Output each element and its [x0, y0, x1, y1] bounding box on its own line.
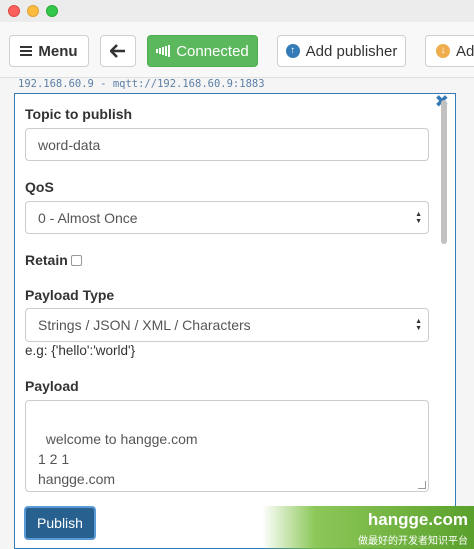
- menu-label: Menu: [38, 42, 78, 60]
- payload-label: Payload: [25, 378, 79, 394]
- toolbar: Menu Connected ↑ Add publisher ↓ Add sub…: [0, 22, 474, 78]
- retain-label: Retain: [25, 252, 82, 268]
- retain-label-text: Retain: [25, 252, 68, 268]
- window-titlebar: [0, 0, 474, 22]
- publish-button[interactable]: Publish: [24, 506, 96, 540]
- watermark: hangge.com 做最好的开发者知识平台: [262, 506, 474, 549]
- payload-type-select[interactable]: Strings / JSON / XML / Characters ▲ ▼: [25, 308, 429, 342]
- payload-example: e.g: {'hello':'world'}: [25, 343, 136, 358]
- payload-type-label: Payload Type: [25, 287, 115, 303]
- select-arrows-icon: ▲ ▼: [415, 210, 422, 225]
- payload-type-value: Strings / JSON / XML / Characters: [38, 317, 251, 333]
- resize-handle-icon[interactable]: [418, 481, 426, 489]
- retain-checkbox[interactable]: [70, 255, 82, 266]
- topic-value: word-data: [38, 136, 101, 153]
- qos-label: QoS: [25, 179, 54, 195]
- connected-label: Connected: [176, 42, 249, 60]
- minimize-window-button[interactable]: [27, 5, 39, 17]
- topic-label: Topic to publish: [25, 106, 133, 122]
- scrollbar[interactable]: [440, 100, 448, 530]
- topic-input[interactable]: word-data: [25, 128, 429, 161]
- arrow-up-circle-icon: ↑: [285, 44, 300, 58]
- arrow-down-circle-icon: ↓: [436, 44, 450, 58]
- payload-textarea[interactable]: welcome to hangge.com 1 2 1 hangge.com: [25, 400, 429, 492]
- qos-value: 0 - Almost Once: [38, 209, 138, 226]
- add-publisher-button[interactable]: ↑ Add publisher: [277, 35, 406, 67]
- payload-value: welcome to hangge.com 1 2 1 hangge.com: [38, 431, 198, 487]
- add-subscriber-label: Add subscriber: [456, 42, 474, 60]
- add-publisher-label: Add publisher: [305, 42, 398, 60]
- signal-icon: [156, 45, 171, 57]
- scrollbar-thumb[interactable]: [441, 100, 447, 244]
- qos-select[interactable]: 0 - Almost Once ▲ ▼: [25, 201, 429, 234]
- select-arrows-icon: ▲ ▼: [415, 318, 422, 332]
- add-subscriber-button[interactable]: ↓ Add subscriber: [425, 35, 474, 67]
- menu-button[interactable]: Menu: [9, 35, 89, 67]
- close-window-button[interactable]: [8, 5, 20, 17]
- hamburger-icon: [20, 46, 33, 56]
- arrow-left-icon: [110, 44, 125, 58]
- connection-info: 192.168.60.9 - mqtt://192.168.60.9:1883: [18, 78, 265, 90]
- watermark-title: hangge.com: [367, 510, 468, 529]
- connected-button[interactable]: Connected: [147, 35, 258, 67]
- watermark-subtitle: 做最好的开发者知识平台: [358, 536, 468, 547]
- maximize-window-button[interactable]: [46, 5, 58, 17]
- back-button[interactable]: [100, 35, 136, 67]
